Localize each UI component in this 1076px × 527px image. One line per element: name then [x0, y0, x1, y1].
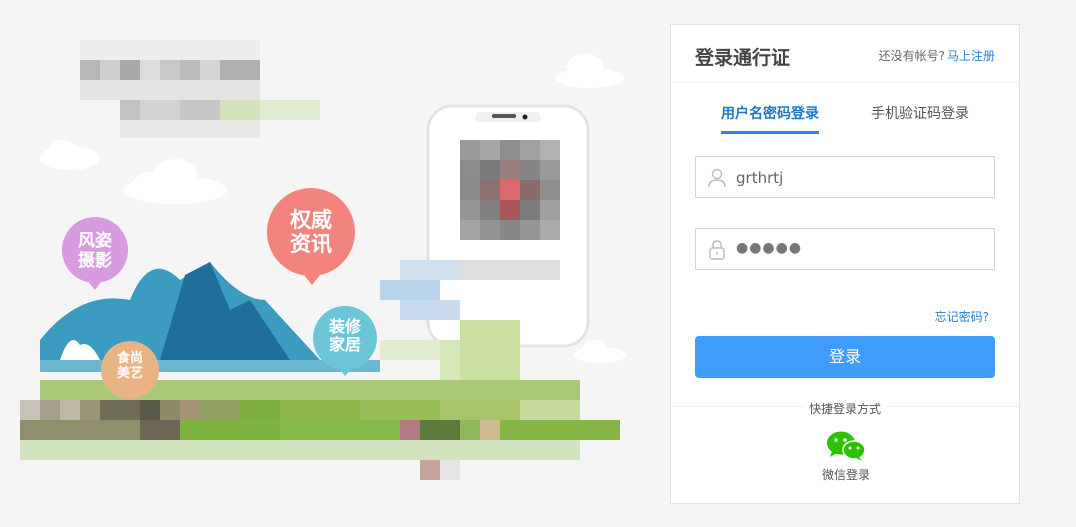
- tab-password-login[interactable]: 用户名密码登录: [721, 103, 819, 134]
- tab-sms-login[interactable]: 手机验证码登录: [871, 103, 969, 131]
- pixelated-area-top: [80, 40, 320, 138]
- forgot-password-link[interactable]: 忘记密码?: [935, 308, 989, 325]
- bubble-news-label: 权威 资讯: [290, 208, 332, 257]
- login-tabs: 用户名密码登录 手机验证码登录: [671, 83, 1019, 134]
- register-prompt-area: 还没有帐号? 马上注册: [879, 47, 995, 64]
- login-panel: 登录通行证 还没有帐号? 马上注册 用户名密码登录 手机验证码登录 grthrtj…: [670, 24, 1020, 504]
- login-header: 登录通行证 还没有帐号? 马上注册: [671, 25, 1019, 83]
- wechat-login-label: 微信登录: [821, 468, 870, 482]
- username-value: grthrtj: [736, 169, 784, 187]
- bubble-food-label: 食尚 美艺: [116, 351, 143, 381]
- user-icon: [708, 168, 726, 188]
- quick-login-label: 快捷登录方式: [802, 402, 887, 416]
- password-field[interactable]: ●●●●●: [695, 228, 995, 270]
- bubble-photo-label: 风姿 摄影: [78, 231, 112, 271]
- wechat-icon: [827, 431, 866, 461]
- login-title: 登录通行证: [695, 47, 791, 69]
- username-field[interactable]: grthrtj: [695, 156, 995, 198]
- login-button[interactable]: 登录: [695, 336, 995, 378]
- hero-illustration: 风姿 摄影 权威 资讯 装修 家居 食尚 美艺: [0, 0, 660, 527]
- phone-graphic: [380, 104, 590, 348]
- wechat-login-button[interactable]: 微信登录: [816, 430, 876, 483]
- password-value: ●●●●●: [736, 240, 803, 256]
- bubble-home-label: 装修 家居: [328, 317, 361, 355]
- register-link[interactable]: 马上注册: [947, 49, 995, 63]
- register-prompt: 还没有帐号?: [878, 49, 945, 63]
- lock-icon: [709, 240, 725, 260]
- quick-login-label-wrap: 快捷登录方式: [671, 400, 1019, 417]
